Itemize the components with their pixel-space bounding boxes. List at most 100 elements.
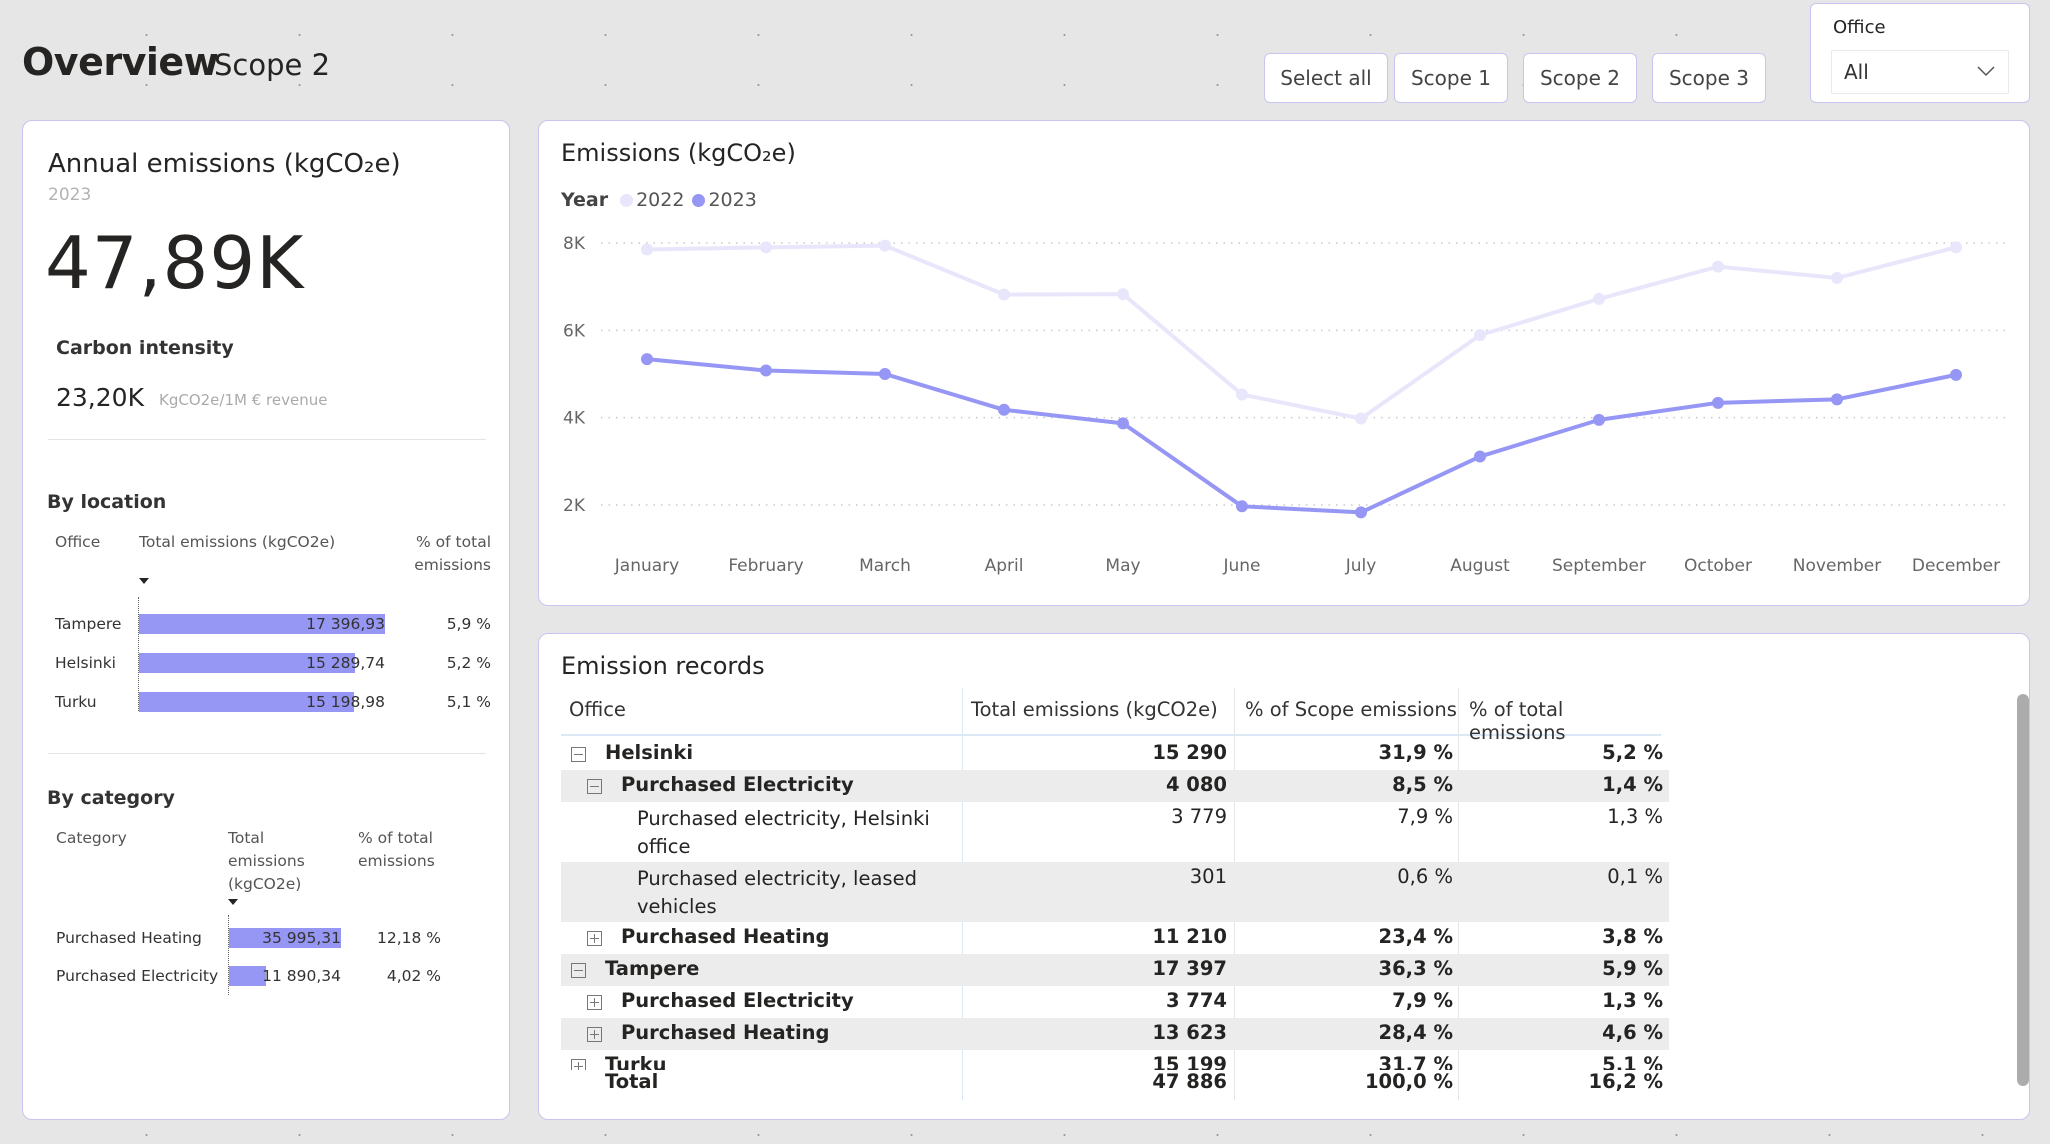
data-point-2023-september[interactable] <box>1593 413 1605 426</box>
expand-icon[interactable] <box>571 1059 586 1070</box>
header-line: % of total <box>416 533 491 551</box>
by-location-header-total[interactable]: Total emissions (kgCO2e) <box>139 531 335 554</box>
location-office-label[interactable]: Turku <box>55 693 97 711</box>
data-point-2023-may[interactable] <box>1117 417 1129 430</box>
scope-3-button[interactable]: Scope 3 <box>1652 53 1766 103</box>
x-tick-label: September <box>1552 556 1646 576</box>
row-total-pct: 5,2 % <box>1602 741 1663 764</box>
table-row[interactable]: Purchased Heating 11 210 23,4 % 3,8 % <box>561 922 1669 954</box>
data-point-2022-june[interactable] <box>1236 388 1248 401</box>
table-row[interactable]: Helsinki 15 290 31,9 % 5,2 % <box>561 738 1669 770</box>
data-point-2023-january[interactable] <box>641 353 653 366</box>
data-point-2022-august[interactable] <box>1474 329 1486 342</box>
data-point-2023-june[interactable] <box>1236 500 1248 513</box>
table-row[interactable]: Purchased electricity, leased vehicles 3… <box>561 862 1669 922</box>
collapse-icon[interactable] <box>571 747 586 762</box>
by-location-title: By location <box>47 491 167 513</box>
x-tick-label: December <box>1912 556 2000 576</box>
data-point-2022-december[interactable] <box>1950 241 1962 254</box>
office-slicer-label: Office <box>1833 17 1886 38</box>
series-line-2023[interactable] <box>646 357 1957 515</box>
category-value-label: 35 995,31 <box>262 929 341 947</box>
header-line: emissions <box>228 852 305 870</box>
series-line-2022[interactable] <box>646 243 1957 421</box>
table-row[interactable]: Turku 15 199 31,7 % 5,1 % <box>561 1050 1669 1070</box>
data-point-2022-april[interactable] <box>998 288 1010 301</box>
expand-icon[interactable] <box>587 995 602 1010</box>
by-category-header-total[interactable]: Total emissions (kgCO2e) <box>228 827 305 896</box>
data-point-2023-february[interactable] <box>760 364 772 377</box>
row-total-pct: 4,6 % <box>1602 1021 1663 1044</box>
x-tick-label: April <box>985 556 1024 576</box>
data-point-2023-july[interactable] <box>1355 506 1367 519</box>
emission-records-title: Emission records <box>561 652 765 680</box>
data-point-2022-january[interactable] <box>641 243 653 256</box>
sort-descending-icon[interactable] <box>139 578 149 584</box>
header-line: (kgCO2e) <box>228 875 302 893</box>
location-pct: 5,2 % <box>446 654 491 672</box>
column-header-scope-pct[interactable]: % of Scope emissions <box>1245 698 1457 721</box>
data-point-2023-november[interactable] <box>1831 393 1843 406</box>
data-point-2023-march[interactable] <box>879 368 891 380</box>
by-location-header-pct[interactable]: % of total emissions <box>401 531 491 577</box>
x-tick-label: August <box>1450 556 1510 576</box>
row-total: 3 779 <box>1171 805 1227 828</box>
table-row[interactable]: Purchased Electricity 4 080 8,5 % 1,4 % <box>561 770 1669 802</box>
y-tick-label: 2K <box>563 496 586 516</box>
location-office-label[interactable]: Helsinki <box>55 654 116 672</box>
table-scrollbar[interactable] <box>2017 694 2029 1086</box>
scope-1-button[interactable]: Scope 1 <box>1394 53 1508 103</box>
location-value-label: 15 289,74 <box>306 654 385 672</box>
column-header-office[interactable]: Office <box>569 698 626 721</box>
table-row[interactable]: Purchased Electricity 3 774 7,9 % 1,3 % <box>561 986 1669 1018</box>
row-scope-pct: 31,7 % <box>1378 1053 1453 1070</box>
table-row[interactable]: Purchased electricity, Helsinki office 3… <box>561 802 1669 862</box>
office-dropdown[interactable]: All <box>1831 50 2009 94</box>
data-point-2022-september[interactable] <box>1593 292 1605 305</box>
table-row[interactable]: Purchased Heating 13 623 28,4 % 4,6 % <box>561 1018 1669 1050</box>
divider <box>48 753 486 754</box>
row-label: Purchased Electricity <box>621 773 854 796</box>
row-total: 15 290 <box>1152 741 1227 764</box>
row-scope-pct: 0,6 % <box>1397 865 1453 888</box>
data-point-2023-december[interactable] <box>1950 368 1962 381</box>
row-label: Helsinki <box>605 741 694 764</box>
data-point-2023-august[interactable] <box>1474 450 1486 463</box>
data-point-2023-april[interactable] <box>998 403 1010 416</box>
data-point-2022-march[interactable] <box>879 239 891 252</box>
page-title: Overview <box>22 40 219 84</box>
select-all-button[interactable]: Select all <box>1264 53 1388 103</box>
office-slicer: Office All <box>1810 3 2030 103</box>
data-point-2022-october[interactable] <box>1712 260 1724 273</box>
row-label-line: office <box>637 835 691 858</box>
category-label[interactable]: Purchased Heating <box>56 929 202 947</box>
data-point-2022-july[interactable] <box>1355 412 1367 425</box>
data-point-2022-november[interactable] <box>1831 271 1843 284</box>
by-category-header-pct[interactable]: % of total emissions <box>358 827 435 873</box>
emissions-line-chart[interactable]: 2K 4K 6K 8K January February March April May June… <box>539 121 2031 607</box>
carbon-intensity-value: 23,20K <box>56 383 144 412</box>
location-pct: 5,9 % <box>446 615 491 633</box>
annual-emissions-card: Annual emissions (kgCO₂e) 2023 47,89K Ca… <box>22 120 510 1120</box>
by-category-title: By category <box>47 787 175 809</box>
collapse-icon[interactable] <box>571 963 586 978</box>
scope-2-button[interactable]: Scope 2 <box>1523 53 1637 103</box>
data-point-2022-may[interactable] <box>1117 288 1129 301</box>
total-value: 47 886 <box>1152 1070 1227 1093</box>
collapse-icon[interactable] <box>587 779 602 794</box>
by-category-header-category[interactable]: Category <box>56 827 127 850</box>
location-office-label[interactable]: Tampere <box>55 615 121 633</box>
location-value-label: 17 396,93 <box>306 615 385 633</box>
category-label[interactable]: Purchased Electricity <box>56 967 218 985</box>
expand-icon[interactable] <box>587 931 602 946</box>
table-row[interactable]: Tampere 17 397 36,3 % 5,9 % <box>561 954 1669 986</box>
total-label: Total <box>605 1070 659 1093</box>
by-location-header-office[interactable]: Office <box>55 531 100 554</box>
row-label: Tampere <box>605 957 700 980</box>
data-point-2023-october[interactable] <box>1712 396 1724 409</box>
column-header-total[interactable]: Total emissions (kgCO2e) <box>971 698 1218 721</box>
data-point-2022-february[interactable] <box>760 241 772 254</box>
expand-icon[interactable] <box>587 1027 602 1042</box>
row-label: Purchased electricity, leased vehicles <box>637 865 917 921</box>
sort-descending-icon[interactable] <box>228 899 238 905</box>
